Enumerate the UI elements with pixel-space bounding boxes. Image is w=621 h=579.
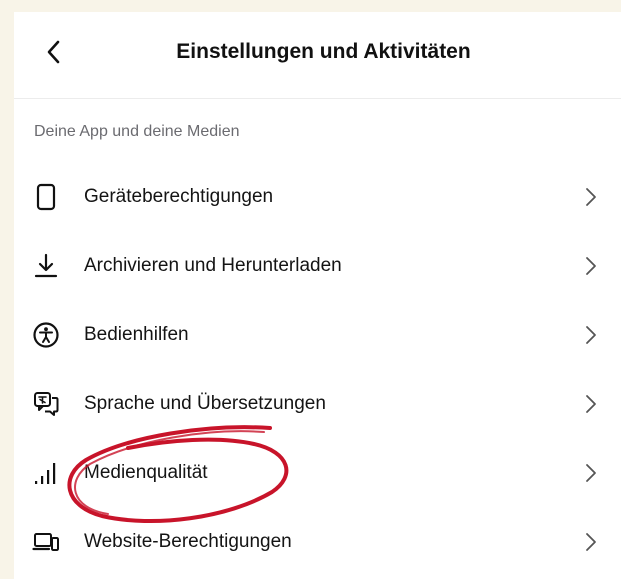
settings-panel: Einstellungen und Aktivitäten Deine App … bbox=[14, 12, 621, 579]
settings-item-label: Medienqualität bbox=[84, 461, 208, 483]
settings-item-accessibility[interactable]: Bedienhilfen bbox=[14, 300, 621, 369]
settings-item-archive-download[interactable]: Archivieren und Herunterladen bbox=[14, 231, 621, 300]
chevron-right-icon bbox=[583, 463, 599, 483]
settings-item-website-permissions[interactable]: Website-Berechtigungen bbox=[14, 507, 621, 576]
settings-item-label: Archivieren und Herunterladen bbox=[84, 254, 342, 276]
chevron-right-icon bbox=[583, 256, 599, 276]
settings-item-label: Bedienhilfen bbox=[84, 323, 189, 345]
download-icon bbox=[32, 252, 60, 280]
devices-icon bbox=[32, 528, 60, 556]
settings-item-label: Geräteberechtigungen bbox=[84, 185, 274, 207]
chevron-right-icon bbox=[583, 325, 599, 345]
page-title: Einstellungen und Aktivitäten bbox=[176, 40, 471, 63]
translate-icon bbox=[32, 390, 60, 418]
chevron-right-icon bbox=[583, 187, 599, 207]
signal-bars-icon bbox=[32, 459, 60, 487]
header-divider bbox=[14, 98, 621, 99]
settings-item-label: Sprache und Übersetzungen bbox=[84, 392, 326, 414]
settings-item-media-quality[interactable]: Medienqualität bbox=[14, 438, 621, 507]
section-heading: Deine App und deine Medien bbox=[34, 123, 240, 140]
chevron-right-icon bbox=[583, 532, 599, 552]
settings-item-label: Website-Berechtigungen bbox=[84, 530, 292, 552]
settings-list: Geräteberechtigungen Archivieren und Her… bbox=[14, 162, 621, 576]
settings-item-language[interactable]: Sprache und Übersetzungen bbox=[14, 369, 621, 438]
settings-item-device-permissions[interactable]: Geräteberechtigungen bbox=[14, 162, 621, 231]
header-bar: Einstellungen und Aktivitäten bbox=[14, 12, 621, 94]
chevron-right-icon bbox=[583, 394, 599, 414]
accessibility-icon bbox=[32, 321, 60, 349]
phone-icon bbox=[32, 183, 60, 211]
